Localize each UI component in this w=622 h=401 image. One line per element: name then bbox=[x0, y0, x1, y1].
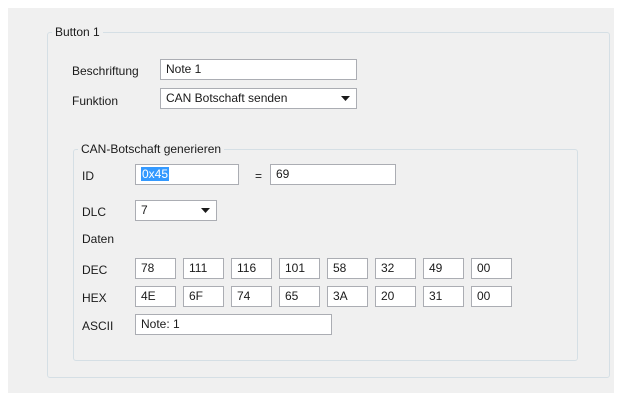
hex-byte-input[interactable]: 3A bbox=[327, 286, 368, 307]
dec-byte-input[interactable]: 32 bbox=[375, 258, 416, 279]
data-label: Daten bbox=[82, 232, 115, 246]
button-group-title: Button 1 bbox=[52, 25, 103, 39]
hex-byte-input[interactable]: 65 bbox=[279, 286, 320, 307]
id-hex-value: 0x45 bbox=[141, 167, 170, 181]
dec-byte-input[interactable]: 101 bbox=[279, 258, 320, 279]
caption-label: Beschriftung bbox=[72, 64, 139, 78]
hex-byte-input[interactable]: 74 bbox=[231, 286, 272, 307]
function-select-value: CAN Botschaft senden bbox=[166, 91, 288, 105]
function-label: Funktion bbox=[72, 94, 119, 108]
id-label: ID bbox=[82, 169, 94, 183]
can-group-title: CAN-Botschaft generieren bbox=[78, 142, 225, 156]
dec-byte-input[interactable]: 00 bbox=[471, 258, 512, 279]
dlc-select-value: 7 bbox=[141, 203, 148, 217]
function-select[interactable]: CAN Botschaft senden bbox=[160, 88, 357, 109]
hex-byte-input[interactable]: 00 bbox=[471, 286, 512, 307]
chevron-down-icon[interactable] bbox=[198, 204, 212, 217]
dec-byte-input[interactable]: 58 bbox=[327, 258, 368, 279]
hex-label: HEX bbox=[82, 291, 107, 305]
hex-byte-input[interactable]: 6F bbox=[183, 286, 224, 307]
dec-byte-input[interactable]: 116 bbox=[231, 258, 272, 279]
dec-byte-input[interactable]: 111 bbox=[183, 258, 224, 279]
chevron-down-icon[interactable] bbox=[338, 92, 352, 105]
hex-byte-input[interactable]: 20 bbox=[375, 286, 416, 307]
hex-byte-input[interactable]: 31 bbox=[423, 286, 464, 307]
dec-label: DEC bbox=[82, 263, 108, 277]
dec-byte-input[interactable]: 78 bbox=[135, 258, 176, 279]
id-dec-input[interactable]: 69 bbox=[270, 164, 396, 185]
hex-byte-input[interactable]: 4E bbox=[135, 286, 176, 307]
ascii-label: ASCII bbox=[82, 319, 114, 333]
id-hex-input[interactable]: 0x45 bbox=[135, 164, 239, 185]
caption-input[interactable]: Note 1 bbox=[160, 59, 357, 80]
dlc-label: DLC bbox=[82, 205, 107, 219]
equals-sign: = bbox=[255, 169, 263, 183]
dec-byte-input[interactable]: 49 bbox=[423, 258, 464, 279]
ascii-input[interactable]: Note: 1 bbox=[135, 314, 332, 335]
settings-panel: Button 1 Beschriftung Note 1 Funktion CA… bbox=[8, 8, 614, 393]
dlc-select[interactable]: 7 bbox=[135, 200, 217, 221]
